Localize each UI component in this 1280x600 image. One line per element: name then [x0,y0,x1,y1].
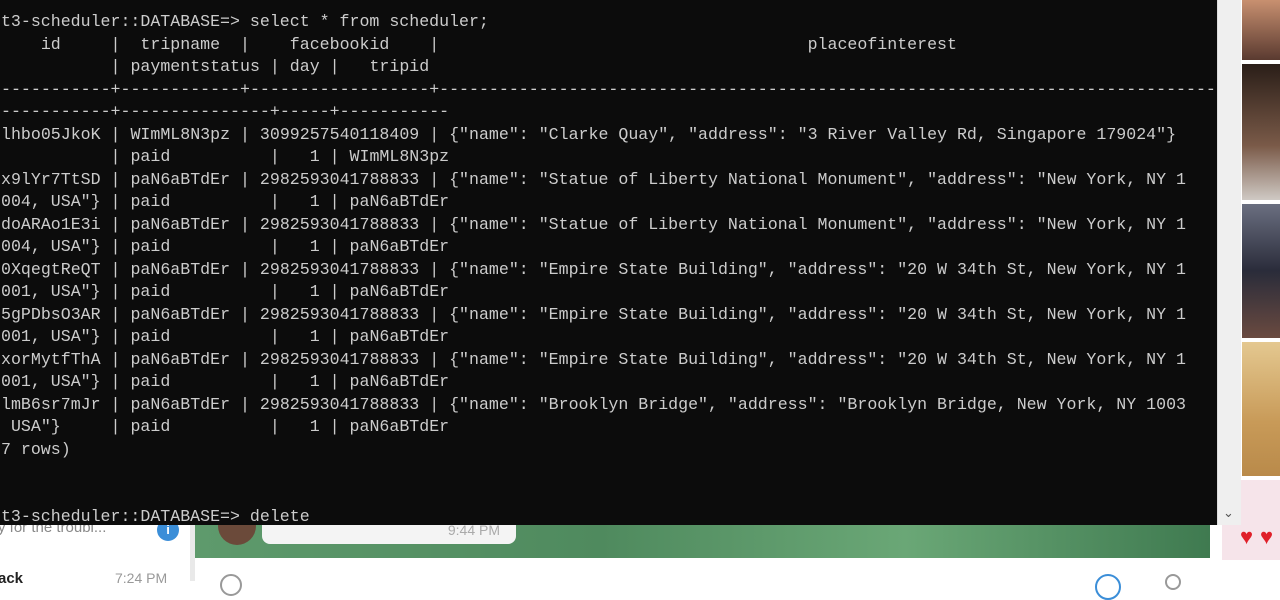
emoji-icon[interactable] [220,574,242,596]
terminal-output-line: 001, USA"} | paid | 1 | paN6aBTdEr [1,372,450,391]
terminal-window[interactable]: 3t3-scheduler::DATABASE=> select * from … [0,0,1217,525]
terminal-output-line: id | tripname | facebookid | placeofinte… [1,34,957,54]
terminal-scrollbar[interactable]: ⌄ [1217,0,1241,525]
terminal-output-line: | paid | 1 | WImML8N3pz [1,147,450,166]
scroll-down-arrow-icon[interactable]: ⌄ [1223,505,1234,521]
terminal-output-line: x9lYr7TtSD | paN6aBTdEr | 29825930417888… [1,169,1186,189]
terminal-output-line: 004, USA"} | paid | 1 | paN6aBTdEr [1,237,450,256]
heart-icon: ♥ [1240,524,1254,549]
terminal-output-line: 004, USA"} | paid | 1 | paN6aBTdEr [1,192,450,211]
terminal-output-line: | paymentstatus | day | tripid [1,57,430,76]
terminal-output-line: USA"} | paid | 1 | paN6aBTdEr [1,417,450,436]
photo-thumbnail[interactable] [1242,342,1280,476]
photo-thumbnail[interactable] [1242,0,1280,60]
terminal-output-line: lmB6sr7mJr | paN6aBTdEr | 29825930417888… [1,394,1186,414]
terminal-prompt-input[interactable]: 3t3-scheduler::DATABASE=> delete [0,506,310,525]
contact-time: 7:24 PM [115,570,168,586]
heart-icon: ♥ [1260,524,1274,549]
terminal-output-line: (7 rows) [0,439,71,459]
terminal-output-line: -----------+---------------+-----+------… [1,102,450,121]
send-icon[interactable] [1095,574,1121,600]
person-icon[interactable] [1165,574,1181,590]
terminal-output-line: 001, USA"} | paid | 1 | paN6aBTdEr [1,327,450,346]
terminal-output-line: doARAo1E3i | paN6aBTdEr | 29825930417888… [1,214,1186,234]
terminal-output-line: xorMytfThA | paN6aBTdEr | 29825930417888… [1,349,1186,369]
photo-thumbnail[interactable] [1242,204,1280,338]
contact-name[interactable]: ack [0,570,23,587]
terminal-output-line: 001, USA"} | paid | 1 | paN6aBTdEr [1,282,450,301]
terminal-command-line: 3t3-scheduler::DATABASE=> select * from … [0,12,489,31]
terminal-output-line: 0XqegtReQT | paN6aBTdEr | 29825930417888… [1,259,1186,279]
terminal-output-line: lhbo05JkoK | WImML8N3pz | 30992575401184… [1,124,1177,144]
terminal-output-line: 5gPDbsO3AR | paN6aBTdEr | 29825930417888… [1,304,1186,324]
photo-thumbnail[interactable] [1242,64,1280,200]
terminal-output-line: -----------+------------+---------------… [1,79,1217,99]
message-input-bar [195,558,1222,581]
